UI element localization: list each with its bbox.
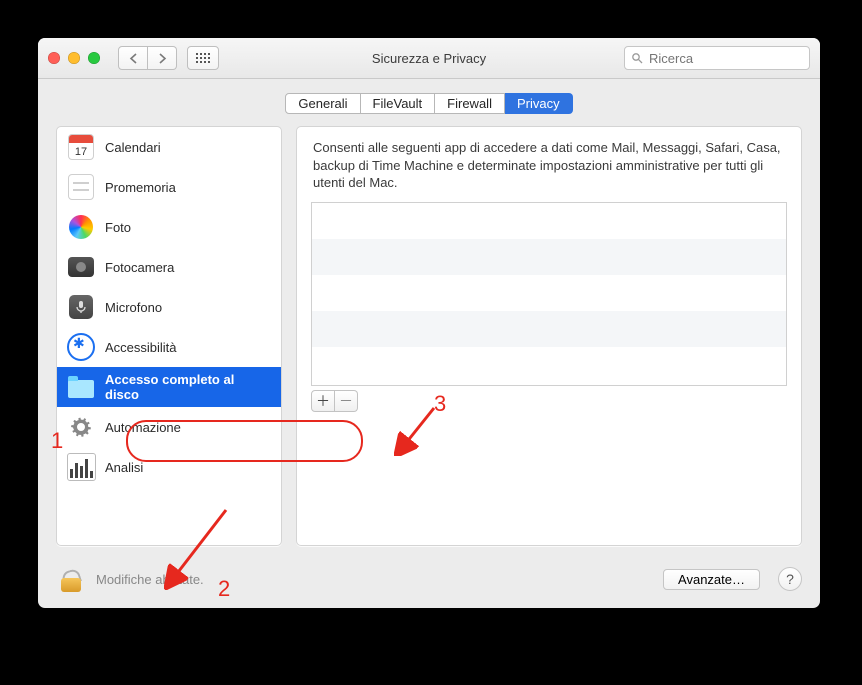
accessibility-icon [67,333,95,361]
privacy-category-list: Calendari Promemoria Foto Fotocamera Mic… [56,126,282,546]
show-all-button[interactable] [187,46,219,70]
sidebar-item-analisi[interactable]: Analisi [57,447,281,487]
sidebar-item-label: Automazione [105,420,181,435]
sidebar-item-accessibilita[interactable]: Accessibilità [57,327,281,367]
sidebar-item-label: Calendari [105,140,161,155]
lock-icon[interactable] [56,564,86,594]
search-input[interactable] [647,50,803,67]
photos-icon [69,215,93,239]
list-row [312,347,786,383]
sidebar-item-microfono[interactable]: Microfono [57,287,281,327]
camera-icon [68,257,94,277]
footer: Modifiche abilitate. Avanzate… ? [38,554,820,608]
search-field[interactable] [624,46,810,70]
sidebar-item-fotocamera[interactable]: Fotocamera [57,247,281,287]
sidebar-item-full-disk-access[interactable]: Accesso completo al disco [57,367,281,407]
app-list[interactable] [311,202,787,386]
window-controls [48,52,100,64]
list-row [312,203,786,239]
tab-generali[interactable]: Generali [285,93,360,114]
sidebar-item-label: Foto [105,220,131,235]
window-title: Sicurezza e Privacy [372,51,486,66]
list-row [312,239,786,275]
sidebar-item-label: Accesso completo al disco [105,372,271,402]
tab-firewall[interactable]: Firewall [435,93,505,114]
sidebar-item-label: Analisi [105,460,143,475]
list-row [312,275,786,311]
preferences-window: Sicurezza e Privacy Generali FileVault F… [38,38,820,608]
gear-icon [67,413,95,441]
sidebar-item-automazione[interactable]: Automazione [57,407,281,447]
tab-filevault[interactable]: FileVault [361,93,436,114]
tab-privacy[interactable]: Privacy [505,93,573,114]
lock-status-text: Modifiche abilitate. [96,572,204,587]
folder-icon [68,380,94,398]
detail-panel: Consenti alle seguenti app di accedere a… [296,126,802,546]
titlebar: Sicurezza e Privacy [38,38,820,79]
microphone-icon [69,295,93,319]
tab-bar: Generali FileVault Firewall Privacy [38,79,820,126]
minimize-window-button[interactable] [68,52,80,64]
sidebar-item-label: Fotocamera [105,260,174,275]
back-button[interactable] [118,46,148,70]
close-window-button[interactable] [48,52,60,64]
forward-button[interactable] [148,46,177,70]
zoom-window-button[interactable] [88,52,100,64]
search-icon [631,52,643,64]
permission-description: Consenti alle seguenti app di accedere a… [297,127,801,202]
reminders-icon [68,174,94,200]
calendar-icon [68,134,94,160]
sidebar-item-promemoria[interactable]: Promemoria [57,167,281,207]
sidebar-item-label: Accessibilità [105,340,177,355]
list-row [312,311,786,347]
sidebar-item-label: Promemoria [105,180,176,195]
add-app-button[interactable]: ＋ [311,390,335,412]
remove-app-button[interactable]: － [335,390,358,412]
sidebar-item-foto[interactable]: Foto [57,207,281,247]
help-button[interactable]: ? [778,567,802,591]
advanced-button[interactable]: Avanzate… [663,569,760,590]
grid-icon [196,53,210,63]
sidebar-item-label: Microfono [105,300,162,315]
sidebar-item-calendari[interactable]: Calendari [57,127,281,167]
analytics-icon [67,453,96,481]
